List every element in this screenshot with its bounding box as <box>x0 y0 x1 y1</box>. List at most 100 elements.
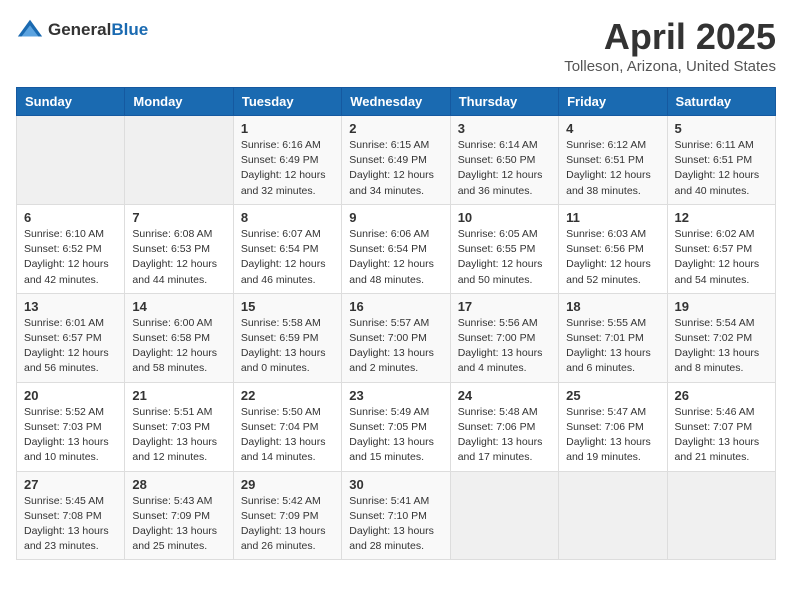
weekday-header-row: SundayMondayTuesdayWednesdayThursdayFrid… <box>17 88 776 116</box>
day-number: 23 <box>349 388 442 403</box>
day-number: 26 <box>675 388 768 403</box>
day-info: Sunrise: 5:49 AM Sunset: 7:05 PM Dayligh… <box>349 405 442 466</box>
day-number: 7 <box>132 210 225 225</box>
calendar-cell: 2 Sunrise: 6:15 AM Sunset: 6:49 PM Daylig… <box>342 116 450 205</box>
day-info: Sunrise: 5:57 AM Sunset: 7:00 PM Dayligh… <box>349 316 442 377</box>
day-info: Sunrise: 6:05 AM Sunset: 6:55 PM Dayligh… <box>458 227 551 288</box>
weekday-header-wednesday: Wednesday <box>342 88 450 116</box>
day-info: Sunrise: 6:10 AM Sunset: 6:52 PM Dayligh… <box>24 227 117 288</box>
calendar-cell: 8Sunrise: 6:07 AM Sunset: 6:54 PM Daylig… <box>233 204 341 293</box>
logo-general: General <box>48 20 111 39</box>
page-header: GeneralBlue April 2025 Tolleson, Arizona… <box>16 16 776 75</box>
weekday-header-monday: Monday <box>125 88 233 116</box>
calendar-cell: 18 Sunrise: 5:55 AM Sunset: 7:01 PM Dayli… <box>559 293 667 382</box>
calendar-cell: 17 Sunrise: 5:56 AM Sunset: 7:00 PM Dayli… <box>450 293 558 382</box>
day-info: Sunrise: 5:46 AM Sunset: 7:07 PM Dayligh… <box>675 405 768 466</box>
day-number: 27 <box>24 477 117 492</box>
day-info: Sunrise: 6:01 AM Sunset: 6:57 PM Dayligh… <box>24 316 117 377</box>
day-info: Sunrise: 5:41 AM Sunset: 7:10 PM Dayligh… <box>349 494 442 555</box>
calendar-cell: 3Sunrise: 6:14 AM Sunset: 6:50 PM Daylig… <box>450 116 558 205</box>
calendar-cell: 9 Sunrise: 6:06 AM Sunset: 6:54 PM Daylig… <box>342 204 450 293</box>
weekday-header-thursday: Thursday <box>450 88 558 116</box>
day-number: 4 <box>566 121 659 136</box>
day-number: 16 <box>349 299 442 314</box>
calendar-cell: 16 Sunrise: 5:57 AM Sunset: 7:00 PM Dayli… <box>342 293 450 382</box>
day-number: 29 <box>241 477 334 492</box>
day-number: 24 <box>458 388 551 403</box>
calendar-cell: 20 Sunrise: 5:52 AM Sunset: 7:03 PM Dayli… <box>17 382 125 471</box>
calendar-cell: 30 Sunrise: 5:41 AM Sunset: 7:10 PM Dayli… <box>342 471 450 560</box>
day-info: Sunrise: 6:03 AM Sunset: 6:56 PM Dayligh… <box>566 227 659 288</box>
logo: GeneralBlue <box>16 16 148 44</box>
calendar-cell <box>559 471 667 560</box>
day-info: Sunrise: 5:52 AM Sunset: 7:03 PM Dayligh… <box>24 405 117 466</box>
calendar-cell: 23 Sunrise: 5:49 AM Sunset: 7:05 PM Dayli… <box>342 382 450 471</box>
calendar-cell: 28 Sunrise: 5:43 AM Sunset: 7:09 PM Dayli… <box>125 471 233 560</box>
calendar-cell: 24Sunrise: 5:48 AM Sunset: 7:06 PM Dayli… <box>450 382 558 471</box>
calendar-cell: 21 Sunrise: 5:51 AM Sunset: 7:03 PM Dayli… <box>125 382 233 471</box>
day-info: Sunrise: 5:55 AM Sunset: 7:01 PM Dayligh… <box>566 316 659 377</box>
day-info: Sunrise: 6:15 AM Sunset: 6:49 PM Dayligh… <box>349 138 442 199</box>
day-info: Sunrise: 5:43 AM Sunset: 7:09 PM Dayligh… <box>132 494 225 555</box>
calendar-cell: 13 Sunrise: 6:01 AM Sunset: 6:57 PM Dayli… <box>17 293 125 382</box>
calendar-cell: 15Sunrise: 5:58 AM Sunset: 6:59 PM Dayli… <box>233 293 341 382</box>
day-number: 9 <box>349 210 442 225</box>
day-info: Sunrise: 5:47 AM Sunset: 7:06 PM Dayligh… <box>566 405 659 466</box>
logo-blue: Blue <box>111 20 148 39</box>
day-number: 30 <box>349 477 442 492</box>
logo-text: GeneralBlue <box>48 20 148 40</box>
calendar-cell: 25 Sunrise: 5:47 AM Sunset: 7:06 PM Dayli… <box>559 382 667 471</box>
calendar-cell <box>17 116 125 205</box>
logo-icon <box>16 16 44 44</box>
day-info: Sunrise: 5:45 AM Sunset: 7:08 PM Dayligh… <box>24 494 117 555</box>
day-info: Sunrise: 6:11 AM Sunset: 6:51 PM Dayligh… <box>675 138 768 199</box>
day-number: 21 <box>132 388 225 403</box>
day-number: 1 <box>241 121 334 136</box>
day-info: Sunrise: 5:58 AM Sunset: 6:59 PM Dayligh… <box>241 316 334 377</box>
day-number: 12 <box>675 210 768 225</box>
day-number: 20 <box>24 388 117 403</box>
day-number: 3 <box>458 121 551 136</box>
calendar-cell <box>125 116 233 205</box>
day-info: Sunrise: 5:50 AM Sunset: 7:04 PM Dayligh… <box>241 405 334 466</box>
day-number: 22 <box>241 388 334 403</box>
week-row-1: 6Sunrise: 6:10 AM Sunset: 6:52 PM Daylig… <box>17 204 776 293</box>
day-number: 5 <box>675 121 768 136</box>
calendar-cell: 11Sunrise: 6:03 AM Sunset: 6:56 PM Dayli… <box>559 204 667 293</box>
week-row-3: 20 Sunrise: 5:52 AM Sunset: 7:03 PM Dayli… <box>17 382 776 471</box>
calendar-cell: 5 Sunrise: 6:11 AM Sunset: 6:51 PM Daylig… <box>667 116 775 205</box>
calendar-cell: 12 Sunrise: 6:02 AM Sunset: 6:57 PM Dayli… <box>667 204 775 293</box>
day-number: 28 <box>132 477 225 492</box>
day-info: Sunrise: 5:54 AM Sunset: 7:02 PM Dayligh… <box>675 316 768 377</box>
calendar-cell: 14 Sunrise: 6:00 AM Sunset: 6:58 PM Dayli… <box>125 293 233 382</box>
day-info: Sunrise: 6:08 AM Sunset: 6:53 PM Dayligh… <box>132 227 225 288</box>
weekday-header-friday: Friday <box>559 88 667 116</box>
calendar-cell: 27 Sunrise: 5:45 AM Sunset: 7:08 PM Dayli… <box>17 471 125 560</box>
weekday-header-tuesday: Tuesday <box>233 88 341 116</box>
calendar-cell: 6Sunrise: 6:10 AM Sunset: 6:52 PM Daylig… <box>17 204 125 293</box>
day-info: Sunrise: 6:02 AM Sunset: 6:57 PM Dayligh… <box>675 227 768 288</box>
day-info: Sunrise: 5:42 AM Sunset: 7:09 PM Dayligh… <box>241 494 334 555</box>
calendar-cell: 7 Sunrise: 6:08 AM Sunset: 6:53 PM Daylig… <box>125 204 233 293</box>
day-number: 13 <box>24 299 117 314</box>
day-info: Sunrise: 6:07 AM Sunset: 6:54 PM Dayligh… <box>241 227 334 288</box>
day-number: 18 <box>566 299 659 314</box>
day-info: Sunrise: 6:06 AM Sunset: 6:54 PM Dayligh… <box>349 227 442 288</box>
location-title: Tolleson, Arizona, United States <box>564 58 776 75</box>
calendar-cell: 29 Sunrise: 5:42 AM Sunset: 7:09 PM Dayli… <box>233 471 341 560</box>
day-number: 19 <box>675 299 768 314</box>
day-number: 10 <box>458 210 551 225</box>
day-number: 17 <box>458 299 551 314</box>
day-info: Sunrise: 6:12 AM Sunset: 6:51 PM Dayligh… <box>566 138 659 199</box>
day-number: 2 <box>349 121 442 136</box>
day-info: Sunrise: 5:51 AM Sunset: 7:03 PM Dayligh… <box>132 405 225 466</box>
day-info: Sunrise: 6:00 AM Sunset: 6:58 PM Dayligh… <box>132 316 225 377</box>
day-number: 14 <box>132 299 225 314</box>
calendar-cell: 26 Sunrise: 5:46 AM Sunset: 7:07 PM Dayli… <box>667 382 775 471</box>
week-row-2: 13 Sunrise: 6:01 AM Sunset: 6:57 PM Dayli… <box>17 293 776 382</box>
calendar-cell: 10 Sunrise: 6:05 AM Sunset: 6:55 PM Dayli… <box>450 204 558 293</box>
calendar-cell: 4 Sunrise: 6:12 AM Sunset: 6:51 PM Daylig… <box>559 116 667 205</box>
calendar-cell <box>450 471 558 560</box>
day-number: 25 <box>566 388 659 403</box>
day-info: Sunrise: 5:56 AM Sunset: 7:00 PM Dayligh… <box>458 316 551 377</box>
